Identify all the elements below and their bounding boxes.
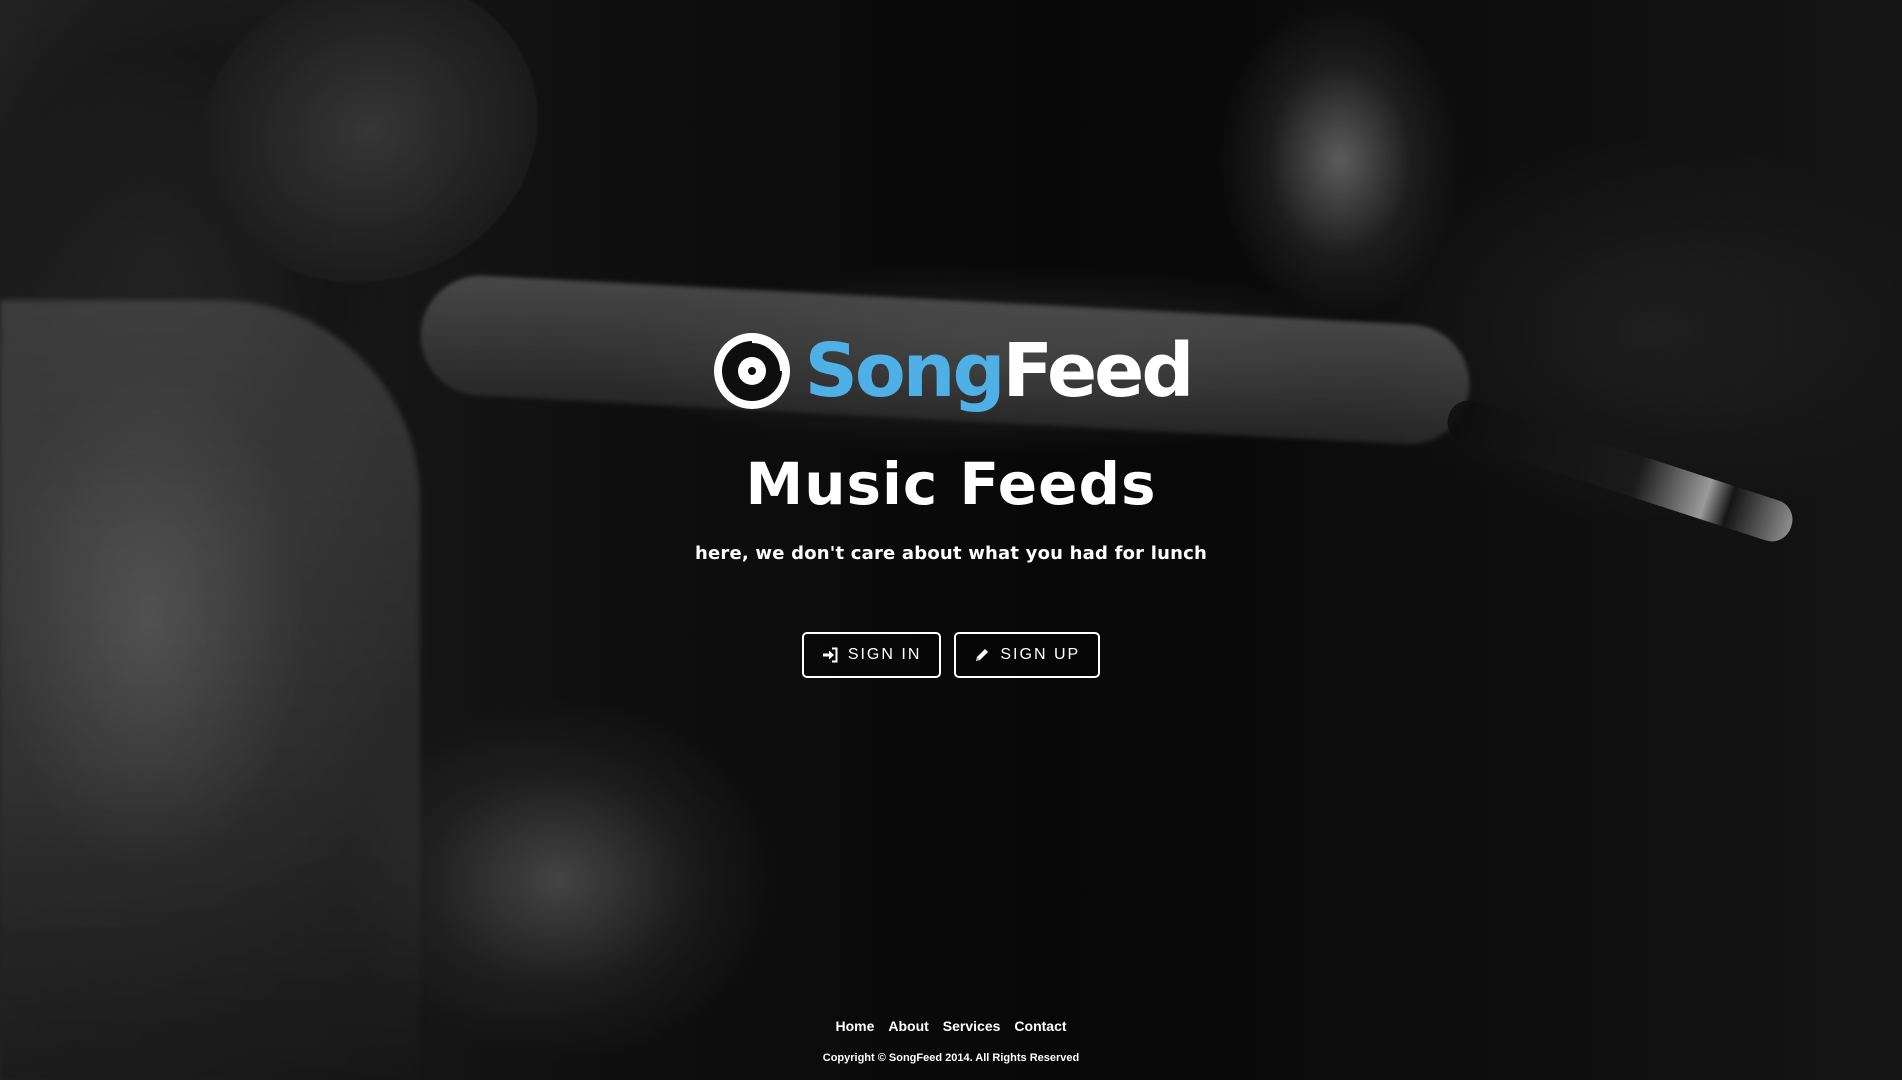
footer-link-services[interactable]: Services [943, 1018, 1001, 1034]
brand-name-part2: Feed [1002, 328, 1194, 414]
footer-link-home[interactable]: Home [835, 1018, 874, 1034]
brand-name: SongFeed [805, 334, 1195, 408]
brand-logo: SongFeed [711, 330, 1195, 412]
vinyl-disc-icon [711, 330, 793, 412]
auth-buttons: SIGN IN SIGN UP [801, 631, 1101, 678]
footer-nav: Home About Services Contact [835, 1018, 1066, 1034]
sign-in-label: SIGN IN [847, 645, 922, 663]
footer: Home About Services Contact Copyright © … [0, 1018, 1902, 1064]
hero-section: SongFeed Music Feeds here, we don't care… [0, 330, 1902, 678]
copyright-text: Copyright © SongFeed 2014. All Rights Re… [822, 1052, 1080, 1064]
hero-tagline: here, we don't care about what you had f… [695, 542, 1207, 564]
sign-up-button[interactable]: SIGN UP [954, 631, 1101, 678]
brand-name-part1: Song [804, 328, 1006, 414]
footer-link-about[interactable]: About [888, 1018, 928, 1034]
pencil-icon [974, 647, 990, 663]
sign-in-icon [822, 647, 838, 663]
landing-page: SongFeed Music Feeds here, we don't care… [0, 0, 1902, 1080]
footer-link-contact[interactable]: Contact [1014, 1018, 1066, 1034]
sign-in-button[interactable]: SIGN IN [801, 631, 942, 678]
hero-title: Music Feeds [745, 450, 1157, 518]
sign-up-label: SIGN UP [1000, 645, 1081, 663]
